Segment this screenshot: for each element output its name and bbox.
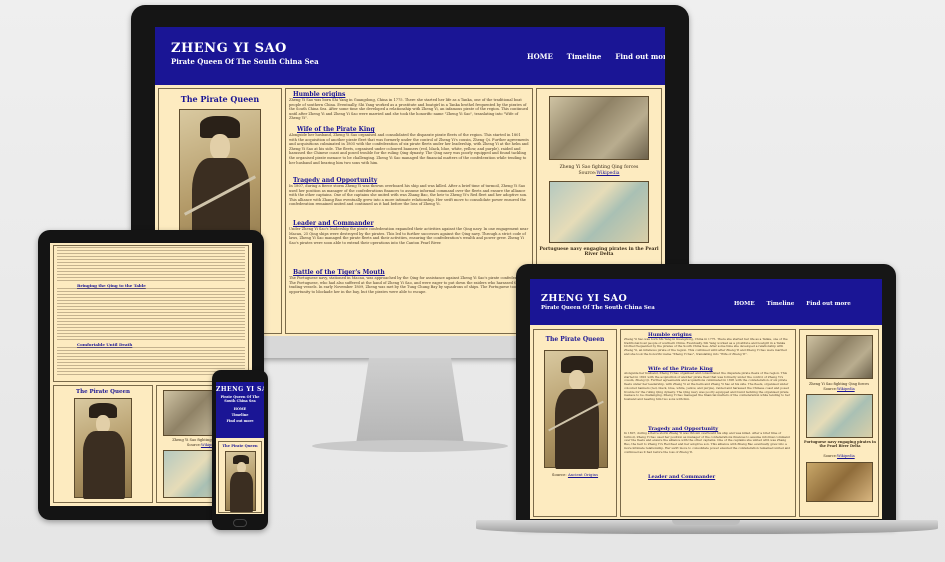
- site-header: ZHENG YI SAO Pirate Queen Of The South C…: [155, 27, 665, 85]
- section-text-tragedy: In 1807, during a fierce storm Zheng Yi …: [289, 184, 528, 207]
- phone-nav: HOME Timeline Find out more: [216, 406, 264, 424]
- laptop-heading-leader: Leader and Commander: [648, 474, 716, 480]
- section-text-humble-origins: Zheng Yi Sao was born Shi Yang in Guangd…: [289, 98, 529, 121]
- laptop-header: ZHENG YI SAO Pirate Queen Of The South C…: [530, 279, 882, 325]
- laptop-left-panel: The Pirate Queen Source: Ancient Origins: [533, 329, 617, 517]
- laptop-nav: HOME Timeline Find out more: [734, 301, 851, 307]
- image1-source: Source:Wikipedia: [578, 171, 620, 176]
- tablet-portrait: [74, 398, 132, 499]
- image1-source-link[interactable]: Wikipedia: [596, 171, 619, 176]
- laptop-pirate-queen-heading: The Pirate Queen: [545, 336, 605, 343]
- tablet-left-panel: The Pirate Queen: [53, 385, 153, 503]
- site-title[interactable]: ZHENG YI SAO: [171, 41, 287, 56]
- phone-pirate-queen-heading: The Pirate Queen: [222, 444, 258, 448]
- responsive-mockup-scene: ZHENG YI SAO Pirate Queen Of The South C…: [0, 0, 945, 562]
- phone-nav-find-out-more[interactable]: Find out more: [216, 418, 264, 424]
- section-heading-battle: Battle of the Tiger's Mouth: [293, 269, 385, 276]
- monitor-stand: [356, 358, 464, 444]
- laptop-nav-home[interactable]: HOME: [734, 301, 755, 307]
- monitor-base: [312, 440, 508, 452]
- phone-portrait: [225, 451, 256, 512]
- tablet-content-panel: Bringing the Qing to the Table Comfortab…: [53, 245, 249, 382]
- laptop-right-panel: Zheng Yi Sao fighting Qing forces Source…: [799, 329, 879, 517]
- section-text-battle: The Portuguese navy, stationed in Macau,…: [289, 276, 527, 294]
- laptop-map-image: [806, 394, 873, 438]
- laptop-image1-caption: Zheng Yi Sao fighting Qing forces: [808, 382, 869, 386]
- laptop-portrait-caption: Source: Ancient Origins: [551, 472, 599, 477]
- laptop-image2-source: Source:Wikipedia: [823, 454, 855, 458]
- image1-caption: Zheng Yi Sao fighting Qing forces: [559, 165, 639, 170]
- section-heading-tragedy: Tragedy and Opportunity: [293, 177, 378, 184]
- nav-home[interactable]: HOME: [527, 52, 553, 61]
- image2-caption: Portuguese navy engaging pirates in the …: [539, 247, 659, 257]
- laptop-image1-source: Source:Wikipedia: [823, 387, 855, 391]
- section-text-wife: Alongside her husband, Zheng Yi Sao orga…: [289, 133, 529, 165]
- laptop-image1-source-link[interactable]: Wikipedia: [837, 387, 855, 391]
- laptop-site-title[interactable]: ZHENG YI SAO: [541, 293, 627, 304]
- section-text-leader: Under Zheng Yi Sao's leadership the pira…: [289, 227, 529, 245]
- section-heading-wife: Wife of the Pirate King: [297, 126, 375, 133]
- phone-left-panel: The Pirate Queen: [218, 441, 262, 513]
- laptop-portrait: [544, 350, 608, 469]
- tablet-pirate-queen-heading: The Pirate Queen: [76, 389, 130, 395]
- nav-find-out-more[interactable]: Find out more: [615, 52, 665, 61]
- laptop-third-image: [806, 462, 873, 502]
- laptop-text-humble-origins: Zheng Yi Sao was born Shi Yang in Guangd…: [624, 338, 788, 356]
- laptop-image2-caption: Portuguese navy engaging pirates in the …: [804, 440, 876, 448]
- laptop-nav-timeline[interactable]: Timeline: [767, 301, 795, 307]
- laptop-nav-find-out-more[interactable]: Find out more: [806, 301, 851, 307]
- pearl-river-image: [549, 181, 649, 243]
- laptop-image2-source-link[interactable]: Wikipedia: [837, 454, 855, 458]
- phone-home-button[interactable]: [233, 519, 247, 527]
- laptop-notch: [672, 520, 740, 525]
- laptop-text-tragedy: In 1807, during a fierce storm Zheng Yi …: [624, 432, 791, 454]
- phone-site-title[interactable]: ZHENG YI SAO: [216, 386, 264, 393]
- main-content-panel: Humble origins Zheng Yi Sao was born Shi…: [285, 88, 533, 334]
- pirate-queen-heading: The Pirate Queen: [180, 94, 260, 104]
- main-nav: HOME Timeline Find out more: [527, 52, 665, 61]
- section-heading-leader: Leader and Commander: [293, 220, 374, 227]
- phone-screen: ZHENG YI SAO Pirate Queen Of The South C…: [216, 382, 264, 514]
- laptop-portrait-source-link[interactable]: Ancient Origins: [568, 472, 598, 477]
- phone-site-subtitle: Pirate Queen Of The South China Sea: [220, 395, 260, 403]
- laptop-main-panel: Humble origins Zheng Yi Sao was born Shi…: [620, 329, 796, 517]
- site-subtitle: Pirate Queen Of The South China Sea: [171, 57, 319, 66]
- laptop-text-wife: Alongside her husband, Zheng Yi Sao orga…: [624, 372, 790, 401]
- laptop-battle-image: [806, 335, 873, 379]
- section-heading-humble-origins: Humble origins: [293, 91, 346, 98]
- laptop-screen: ZHENG YI SAO Pirate Queen Of The South C…: [530, 279, 882, 519]
- qing-battle-image: [549, 96, 649, 160]
- laptop-site-subtitle: Pirate Queen Of The South China Sea: [541, 305, 655, 311]
- phone-header: ZHENG YI SAO Pirate Queen Of The South C…: [216, 382, 264, 438]
- nav-timeline[interactable]: Timeline: [567, 52, 602, 61]
